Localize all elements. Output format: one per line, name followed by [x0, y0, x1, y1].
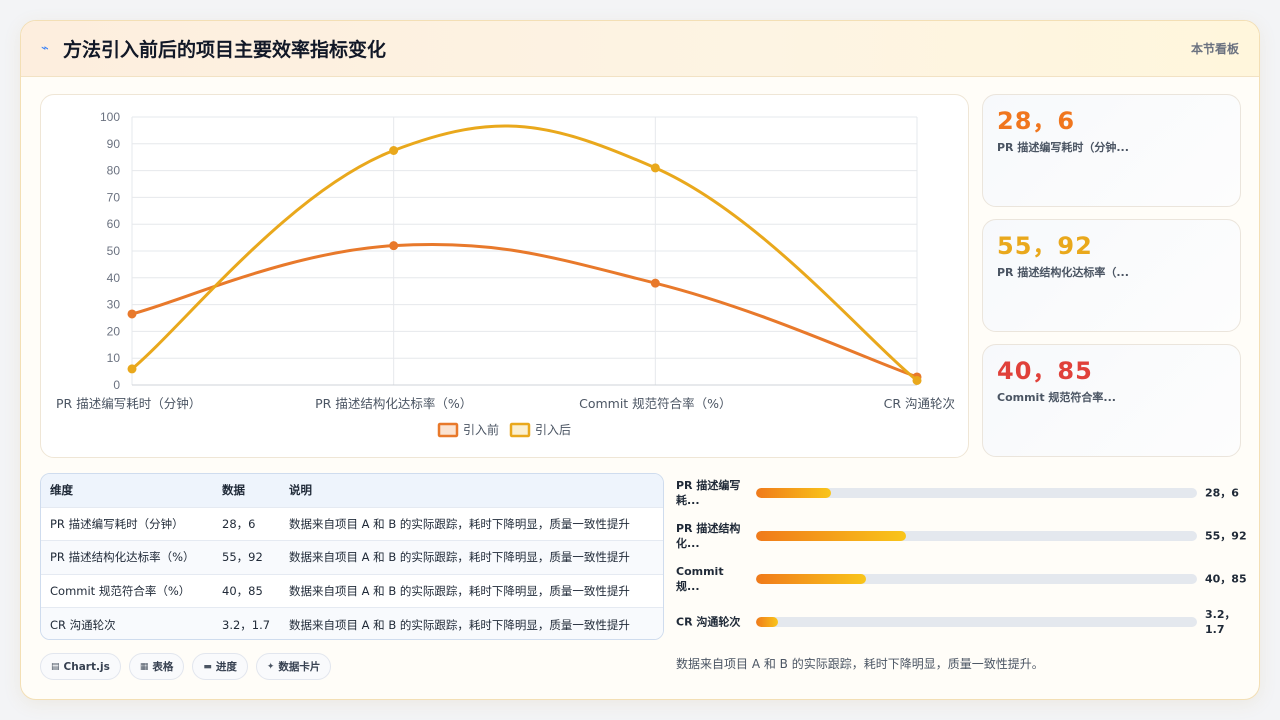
y-tick-label: 60 — [107, 217, 121, 231]
table-cell: CR 沟通轮次 — [41, 607, 213, 639]
y-tick-label: 10 — [107, 351, 121, 365]
progress-fill — [756, 488, 831, 498]
data-point — [389, 146, 399, 155]
stat-value: 40，85 — [997, 357, 1093, 385]
progress-track — [756, 574, 1197, 584]
chart-line-icon: ⌁ — [41, 41, 49, 56]
stat-card-3: 40，85 Commit 规范符合率... — [982, 344, 1241, 457]
stat-value: 28，6 — [997, 107, 1076, 135]
y-tick-label: 20 — [107, 324, 121, 338]
table-row: Commit 规范符合率（%） 40，85 数据来自项目 A 和 B 的实际跟踪… — [41, 573, 663, 608]
progress-row: Commit 规... 40，85 — [676, 559, 1251, 599]
legend-swatch — [437, 422, 459, 438]
table-cell: PR 描述编写耗时（分钟） — [41, 506, 213, 541]
line-chart: 0 10 20 30 40 50 60 70 80 90 100 PR 描述编写耗时（分钟） PR 描述… — [56, 110, 955, 438]
page-title: 方法引入前后的项目主要效率指标变化 — [63, 39, 387, 61]
data-point — [650, 278, 660, 288]
data-table: 维度 数据 说明 PR 描述编写耗时（分钟） 28，6 数据来自项目 A 和 B… — [41, 474, 663, 639]
y-tick-label: 0 — [113, 378, 120, 392]
progress-label: PR 描述编写耗... — [676, 479, 741, 507]
chip-label: 进度 — [215, 661, 237, 673]
table-cell: PR 描述结构化达标率（%） — [41, 540, 213, 574]
x-tick-label: PR 描述结构化达标率（%） — [315, 396, 472, 411]
data-point — [127, 309, 137, 319]
panel-header: ⌁ 方法引入前后的项目主要效率指标变化 本节看板 — [21, 21, 1259, 77]
legend-swatch — [509, 422, 531, 438]
stat-label: PR 描述编写耗时（分钟... — [997, 141, 1129, 154]
stat-card-2: 55，92 PR 描述结构化达标率（... — [982, 219, 1241, 332]
data-point — [650, 163, 660, 173]
dashboard-panel: ⌁ 方法引入前后的项目主要效率指标变化 本节看板 0 10 20 30 40 50 60 70… — [20, 20, 1260, 700]
y-tick-label: 40 — [107, 271, 121, 285]
column-header: 数据 — [213, 474, 280, 507]
data-table-card: 维度 数据 说明 PR 描述编写耗时（分钟） 28，6 数据来自项目 A 和 B… — [40, 473, 664, 640]
x-tick-label: Commit 规范符合率（%） — [579, 396, 731, 411]
progress-row: CR 沟通轮次 3.2，1.7 — [676, 602, 1251, 642]
progress-value: 55，92 — [1205, 529, 1247, 543]
progress-track — [756, 617, 1197, 627]
column-header: 维度 — [41, 474, 213, 507]
column-header: 说明 — [280, 474, 663, 507]
table-row: PR 描述编写耗时（分钟） 28，6 数据来自项目 A 和 B 的实际跟踪，耗时… — [41, 506, 663, 541]
x-tick-label: CR 沟通轮次 — [884, 396, 955, 411]
progress-track — [756, 488, 1197, 498]
data-point — [912, 375, 922, 385]
table-cell: 55，92 — [213, 540, 280, 574]
table-cell: Commit 规范符合率（%） — [41, 573, 213, 608]
table-cell: 数据来自项目 A 和 B 的实际跟踪，耗时下降明显，质量一致性提升 — [280, 573, 663, 608]
stat-label: Commit 规范符合率... — [997, 391, 1116, 404]
y-tick-label: 50 — [107, 244, 121, 258]
line-chart-card: 0 10 20 30 40 50 60 70 80 90 100 PR 描述编写耗时（分钟） PR 描述… — [40, 94, 969, 458]
stat-card-1: 28，6 PR 描述编写耗时（分钟... — [982, 94, 1241, 207]
section-badge: 本节看板 — [1190, 42, 1239, 56]
progress-value: 28，6 — [1205, 486, 1239, 500]
table-cell: 28，6 — [213, 506, 280, 541]
table-cell: 数据来自项目 A 和 B 的实际跟踪，耗时下降明显，质量一致性提升 — [280, 540, 663, 574]
progress-row: PR 描述编写耗... 28，6 — [676, 473, 1251, 513]
stat-value: 55，92 — [997, 232, 1093, 260]
table-header-row: 维度 数据 说明 — [41, 474, 663, 507]
chip-table[interactable]: ▦ 表格 — [128, 653, 185, 680]
x-tick-label: PR 描述编写耗时（分钟） — [56, 396, 201, 411]
legend-label: 引入前 — [463, 422, 499, 437]
y-tick-label: 30 — [107, 298, 121, 312]
data-point — [127, 364, 137, 374]
chart-icon: ▤ — [51, 661, 60, 672]
chip-chartjs[interactable]: ▤ Chart.js — [40, 653, 121, 680]
y-tick-label: 90 — [107, 137, 121, 151]
series-line-1 — [131, 242, 918, 379]
progress-fill — [756, 531, 906, 541]
y-tick-label: 100 — [100, 110, 120, 124]
sparkle-icon: ✦ — [266, 661, 275, 672]
progress-fill — [756, 574, 867, 584]
footnote: 数据来自项目 A 和 B 的实际跟踪，耗时下降明显，质量一致性提升。 — [676, 657, 1044, 671]
progress-track — [756, 531, 1197, 541]
chip-label: 表格 — [152, 661, 174, 673]
y-tick-label: 80 — [107, 164, 121, 178]
progress-fill — [756, 617, 779, 627]
table-row: PR 描述结构化达标率（%） 55，92 数据来自项目 A 和 B 的实际跟踪，… — [41, 540, 663, 574]
chip-label: Chart.js — [63, 660, 110, 673]
table-cell: 3.2，1.7 — [213, 607, 280, 639]
progress-label: CR 沟通轮次 — [676, 615, 741, 629]
progress-label: Commit 规... — [676, 565, 724, 593]
table-cell: 数据来自项目 A 和 B 的实际跟踪，耗时下降明显，质量一致性提升 — [280, 607, 663, 639]
progress-row: PR 描述结构化... 55，92 — [676, 516, 1251, 556]
chip-data-card[interactable]: ✦ 数据卡片 — [255, 653, 332, 680]
chip-label: 数据卡片 — [278, 661, 321, 673]
legend-label: 引入后 — [535, 423, 571, 437]
progress-value: 40，85 — [1205, 572, 1247, 586]
progress-label: PR 描述结构化... — [676, 522, 741, 550]
feature-chips: ▤ Chart.js ▦ 表格 ▬ 进度 ✦ 数据卡片 — [40, 653, 332, 680]
table-row: CR 沟通轮次 3.2，1.7 数据来自项目 A 和 B 的实际跟踪，耗时下降明… — [41, 607, 663, 639]
table-cell: 数据来自项目 A 和 B 的实际跟踪，耗时下降明显，质量一致性提升 — [280, 506, 663, 541]
progress-icon: ▬ — [203, 661, 212, 672]
data-point — [389, 241, 399, 251]
chip-progress[interactable]: ▬ 进度 — [192, 653, 248, 680]
stat-label: PR 描述结构化达标率（... — [997, 266, 1129, 279]
progress-value: 3.2，1.7 — [1205, 608, 1236, 636]
y-tick-label: 70 — [107, 190, 121, 204]
table-cell: 40，85 — [213, 573, 280, 608]
table-icon: ▦ — [139, 661, 149, 672]
